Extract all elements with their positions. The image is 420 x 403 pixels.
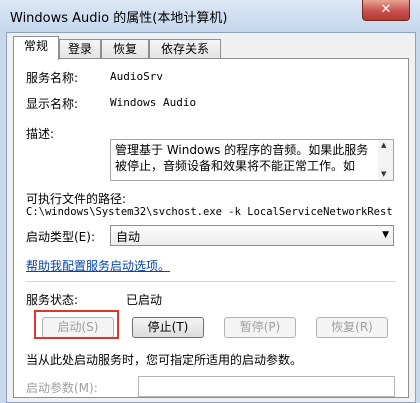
- pause-button[interactable]: 暂停(P): [224, 317, 296, 338]
- path-value: C:\windows\System32\svchost.exe -k Local…: [26, 206, 394, 218]
- params-input[interactable]: [138, 376, 395, 397]
- status-value: 已启动: [126, 293, 163, 307]
- startup-type-value: 自动: [116, 230, 141, 244]
- help-link[interactable]: 帮助我配置服务启动选项。: [26, 257, 170, 274]
- scroll-down-icon[interactable]: ▼: [381, 170, 386, 178]
- startup-type-select[interactable]: 自动 ▼: [110, 225, 394, 246]
- close-icon: ✕: [380, 2, 392, 17]
- tab-recovery[interactable]: 恢复: [101, 39, 149, 59]
- tab-dependencies[interactable]: 依存关系: [149, 39, 221, 59]
- startup-type-label: 启动类型(E):: [26, 230, 95, 244]
- window-title: Windows Audio 的属性(本地计算机): [10, 11, 228, 26]
- service-name-label: 服务名称:: [26, 71, 79, 85]
- divider: [26, 281, 396, 282]
- chevron-down-icon: ▼: [382, 230, 389, 240]
- path-label: 可执行文件的路径:: [26, 192, 127, 206]
- description-text: 管理基于 Windows 的程序的音频。如果此服务被停止，音频设备和效果将不能正…: [115, 143, 369, 173]
- hint-text: 当从此处启动服务时，您可指定所适用的启动参数。: [26, 353, 303, 367]
- dialog-client: 常规 登录 恢复 依存关系 服务名称: AudioSrv 显示名称: Windo…: [6, 32, 416, 403]
- description-label: 描述:: [26, 127, 55, 141]
- stop-button[interactable]: 停止(T): [132, 317, 204, 338]
- description-box[interactable]: 管理基于 Windows 的程序的音频。如果此服务被停止，音频设备和效果将不能正…: [110, 139, 380, 181]
- tab-general[interactable]: 常规: [13, 36, 59, 60]
- display-name-value: Windows Audio: [110, 96, 197, 109]
- description-scrollbar[interactable]: ▲ ▼: [378, 139, 394, 181]
- status-label: 服务状态:: [26, 293, 79, 307]
- params-label: 启动参数(M):: [26, 381, 98, 395]
- scroll-up-icon[interactable]: ▲: [381, 141, 386, 149]
- service-name-value: AudioSrv: [110, 70, 163, 83]
- resume-button[interactable]: 恢复(R): [316, 317, 388, 338]
- close-button[interactable]: ✕: [362, 0, 410, 21]
- highlight-box: [34, 310, 119, 339]
- display-name-label: 显示名称:: [26, 97, 79, 111]
- general-panel: 服务名称: AudioSrv 显示名称: Windows Audio 描述: 管…: [13, 58, 409, 398]
- title-bar: Windows Audio 的属性(本地计算机) ✕: [0, 0, 420, 32]
- tab-logon[interactable]: 登录: [59, 39, 101, 59]
